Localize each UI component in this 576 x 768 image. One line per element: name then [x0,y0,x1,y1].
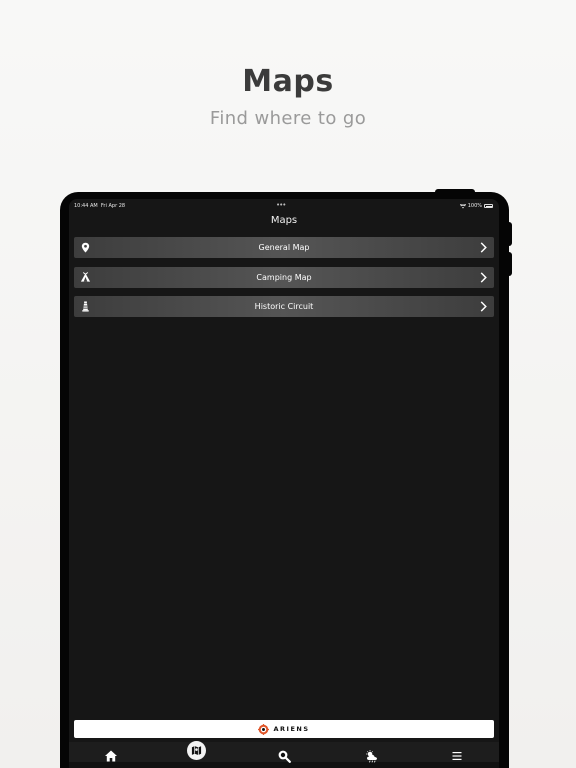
map-pin-icon [81,242,90,253]
map-row-label: Historic Circuit [254,302,314,311]
search-icon[interactable] [277,749,291,763]
promo-subtitle: Find where to go [209,108,367,129]
map-row-label: General Map [258,243,310,252]
lighthouse-icon [82,301,89,312]
status-bar: 10:44 AM Fri Apr 28 ••• 100% [69,201,499,212]
tent-icon [80,271,91,282]
wifi-icon [459,203,466,208]
sponsor-banner[interactable]: ARIENS [74,720,494,738]
battery-percent: 100% [467,203,482,209]
map-row-label: Camping Map [256,272,312,282]
map-row-general[interactable]: General Map [74,237,494,258]
promo-title: Maps [242,64,334,99]
app-screen: 10:44 AM Fri Apr 28 ••• 100% Maps Genera… [69,199,499,768]
map-row-historic[interactable]: Historic Circuit [74,296,494,317]
ariens-gear-logo-icon [258,723,270,735]
chevron-right-icon [480,301,487,312]
map-list: General Map Camping Map Historic Circuit [74,237,494,326]
multitasking-dots-icon[interactable]: ••• [276,201,286,209]
chevron-right-icon [480,271,487,283]
menu-icon[interactable] [450,749,464,763]
battery-icon [484,204,493,208]
tab-bar [69,741,499,768]
sponsor-name: ARIENS [273,725,310,733]
status-time: 10:44 AM Fri Apr 28 [74,203,126,209]
map-row-camping[interactable]: Camping Map [74,266,494,288]
screen-title: Maps [270,215,298,226]
maps-tab-button[interactable] [187,741,206,760]
chevron-right-icon [480,242,487,253]
map-icon [191,746,202,755]
weather-icon[interactable] [365,749,379,763]
status-right: 100% [459,203,493,209]
home-icon[interactable] [104,749,118,763]
